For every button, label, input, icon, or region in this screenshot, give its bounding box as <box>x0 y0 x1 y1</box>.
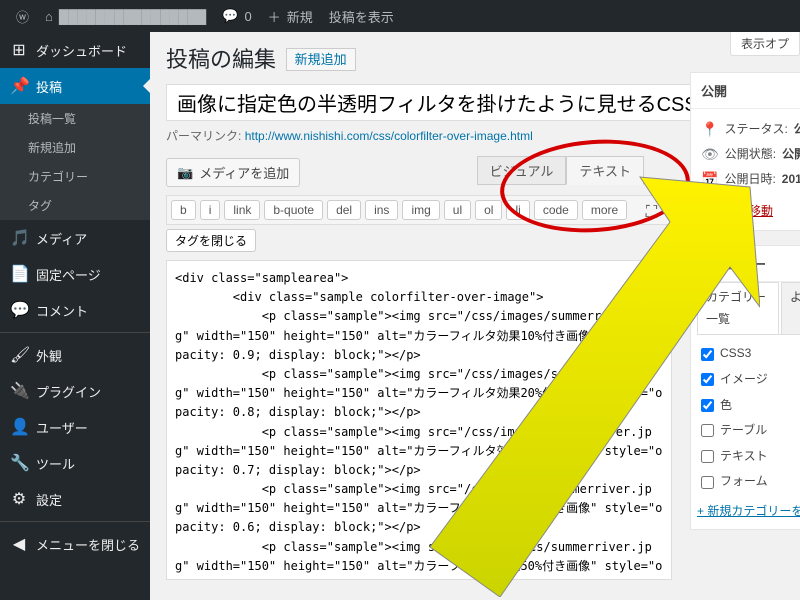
add-new-category-link[interactable]: + 新規カテゴリーを <box>697 495 800 523</box>
qtag-ol[interactable]: ol <box>475 200 502 220</box>
status-row: 📍ステータス:公開 <box>701 117 800 142</box>
view-post-link[interactable]: 投稿を表示 <box>321 0 402 32</box>
qtag-ins[interactable]: ins <box>365 200 398 220</box>
category-label: テキスト <box>720 446 768 468</box>
add-media-button[interactable]: 📷メディアを追加 <box>166 158 300 187</box>
eye-icon: 👁 <box>701 142 719 167</box>
editor-tab-visual[interactable]: ビジュアル <box>477 156 567 185</box>
admin-bar: ⓦ ⌂ ████████████████ 💬0 ＋新規 投稿を表示 <box>0 0 800 32</box>
calendar-icon: 📅 <box>701 167 718 192</box>
sidebar-collapse[interactable]: ◀メニューを閉じる <box>0 526 150 562</box>
sidebar-item-users[interactable]: 👤ユーザー <box>0 409 150 445</box>
site-name-link[interactable]: ⌂ ████████████████ <box>37 0 214 32</box>
sidebar-item-appearance[interactable]: 🖌外観 <box>0 337 150 373</box>
sidebar-item-tools[interactable]: 🔧ツール <box>0 445 150 481</box>
date-row: 📅公開日時:2016年 <box>701 167 800 192</box>
category-label: フォーム <box>720 471 768 493</box>
category-checkbox[interactable] <box>701 476 714 489</box>
brush-icon: 🖌 <box>10 345 28 365</box>
qtag-link[interactable]: link <box>224 200 260 220</box>
category-checkbox[interactable] <box>701 424 714 437</box>
screen-options-toggle[interactable]: 表示オプ <box>730 32 800 56</box>
submenu-posts-all[interactable]: 投稿一覧 <box>0 104 150 133</box>
pin-icon: 📍 <box>701 117 718 142</box>
site-name: ████████████████ <box>59 9 206 24</box>
category-item[interactable]: フォーム <box>701 469 800 495</box>
editor-tab-text[interactable]: テキスト <box>566 156 644 185</box>
category-tab-most-used[interactable]: よ <box>781 282 800 334</box>
sidebar-item-posts[interactable]: 📌投稿 <box>0 68 150 104</box>
media-icon: 🎵 <box>10 228 28 248</box>
category-checkbox[interactable] <box>701 399 714 412</box>
visibility-row: 👁公開状態:公開 <box>701 142 800 167</box>
gear-icon: ⚙ <box>10 489 28 509</box>
category-label: 色 <box>720 395 732 417</box>
posts-submenu: 投稿一覧 新規追加 カテゴリー タグ <box>0 104 150 220</box>
sidebar-item-pages[interactable]: 📄固定ページ <box>0 256 150 292</box>
category-checkbox[interactable] <box>701 348 714 361</box>
qtag-ul[interactable]: ul <box>444 200 471 220</box>
wrench-icon: 🔧 <box>10 453 28 473</box>
category-item[interactable]: テキスト <box>701 444 800 470</box>
pin-icon: 📌 <box>10 76 28 96</box>
permalink-url[interactable]: http://www.nishishi.com/css/colorfilter-… <box>245 129 533 143</box>
sidebar-item-plugins[interactable]: 🔌プラグイン <box>0 373 150 409</box>
qtag-li[interactable]: li <box>506 200 529 220</box>
plugin-icon: 🔌 <box>10 381 28 401</box>
sidebar-item-comments[interactable]: 💬コメント <box>0 292 150 328</box>
qtag-del[interactable]: del <box>327 200 361 220</box>
submenu-posts-categories[interactable]: カテゴリー <box>0 162 150 191</box>
sidebar-item-settings[interactable]: ⚙設定 <box>0 481 150 517</box>
qtag-more[interactable]: more <box>582 200 627 220</box>
category-box: カテゴリー カテゴリー一覧 よ CSS3イメージ色テーブルテキストフォームボック… <box>690 245 800 530</box>
quicktags-toolbar: bilinkb-quotedelinsimgulollicodemore ⛶ <box>166 195 672 225</box>
wordpress-icon: ⓦ <box>16 7 29 26</box>
category-list: CSS3イメージ色テーブルテキストフォームボックスユーザビリティ <box>697 335 800 495</box>
publish-box-title: 公開 <box>691 73 800 109</box>
category-item[interactable]: イメージ <box>701 367 800 393</box>
close-tags-button[interactable]: タグを閉じる <box>166 229 256 252</box>
home-icon: ⌂ <box>45 9 53 24</box>
post-content-textarea[interactable] <box>166 260 672 580</box>
admin-menu: ⊞ダッシュボード 📌投稿 投稿一覧 新規追加 カテゴリー タグ 🎵メディア 📄固… <box>0 32 150 600</box>
plus-icon: ＋ <box>268 7 281 26</box>
category-label: イメージ <box>720 369 768 391</box>
category-tab-all[interactable]: カテゴリー一覧 <box>697 282 779 334</box>
comment-icon: 💬 <box>10 300 28 320</box>
category-checkbox[interactable] <box>701 450 714 463</box>
category-box-title: カテゴリー <box>691 246 800 282</box>
permalink-label: パーマリンク: <box>166 129 241 143</box>
category-label: テーブル <box>720 420 767 442</box>
qtag-code[interactable]: code <box>534 200 578 220</box>
page-icon: 📄 <box>10 264 28 284</box>
page-title: 投稿の編集 <box>166 42 276 74</box>
sidebar-item-dashboard[interactable]: ⊞ダッシュボード <box>0 32 150 68</box>
main-content: 表示オプ 投稿の編集 新規追加 パーマリンク: http://www.nishi… <box>150 32 800 600</box>
category-checkbox[interactable] <box>701 373 714 386</box>
move-to-trash-link[interactable]: ゴミ箱へ移動 <box>701 204 773 218</box>
qtag-b[interactable]: b <box>171 200 196 220</box>
sidebar-item-media[interactable]: 🎵メディア <box>0 220 150 256</box>
comment-icon: 💬 <box>222 8 238 24</box>
publish-box: 公開 📍ステータス:公開 👁公開状態:公開 📅公開日時:2016年 ゴミ箱へ移動 <box>690 72 800 231</box>
user-icon: 👤 <box>10 417 28 437</box>
camera-icon: 📷 <box>177 165 193 181</box>
qtag-img[interactable]: img <box>402 200 439 220</box>
category-label: CSS3 <box>720 343 751 365</box>
qtag-i[interactable]: i <box>200 200 221 220</box>
submenu-posts-tags[interactable]: タグ <box>0 191 150 220</box>
category-item[interactable]: CSS3 <box>701 341 800 367</box>
category-item[interactable]: 色 <box>701 393 800 419</box>
collapse-icon: ◀ <box>10 534 28 554</box>
category-item[interactable]: テーブル <box>701 418 800 444</box>
wp-logo[interactable]: ⓦ <box>8 0 37 32</box>
dashboard-icon: ⊞ <box>10 40 28 60</box>
add-new-button[interactable]: 新規追加 <box>286 48 356 71</box>
submenu-posts-add[interactable]: 新規追加 <box>0 133 150 162</box>
qtag-b-quote[interactable]: b-quote <box>264 200 323 220</box>
fullscreen-button[interactable]: ⛶ <box>638 202 665 224</box>
comments-link[interactable]: 💬0 <box>214 0 259 32</box>
new-content-link[interactable]: ＋新規 <box>260 0 321 32</box>
